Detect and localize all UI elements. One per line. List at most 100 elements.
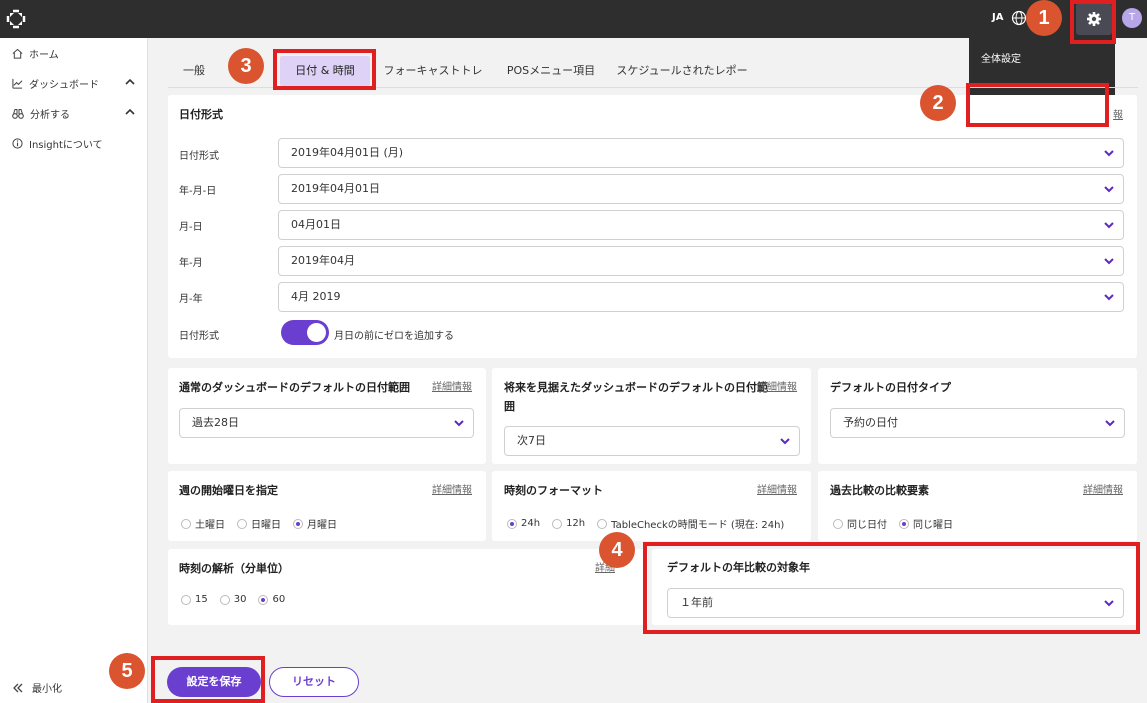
tab-forecast-trend[interactable]: フォーキャストトレンド [380,56,486,107]
week-start-title: 週の開始曜日を指定 [179,484,278,497]
radio-dot-selected [899,518,909,529]
default-range-info-link[interactable]: 詳細情報 [432,378,472,393]
annotation-highlight-yoy-card [643,542,1140,634]
time-format-radio-group: 24h 12h TableCheckの時間モード (現在: 24h) [507,516,796,531]
field-label: 日付形式 [179,151,219,162]
radio-label: 同じ日付 [847,520,887,531]
sidebar-item-about[interactable]: Insightについて [12,134,136,152]
md-format-select[interactable]: 04月01日 [278,210,1124,240]
default-range-select[interactable]: 過去28日 [179,408,474,438]
date-format-title: 日付形式 [179,108,223,121]
select-value: 予約の日付 [843,416,898,429]
radio-30[interactable]: 30 [219,594,246,605]
sidebar-item-label: Insightについて [29,139,103,151]
date-format-select[interactable]: 2019年04月01日 (月) [278,138,1124,168]
radio-dot [552,518,563,529]
ym-format-select[interactable]: 2019年04月 [278,246,1124,276]
minimize-label: 最小化 [32,684,62,695]
radio-12h[interactable]: 12h [552,518,585,529]
sidebar-item-label: ホーム [29,49,59,61]
chevron-down-icon [1104,150,1114,157]
radio-dot [181,594,191,605]
step-badge: 4 [599,532,635,568]
chevron-up-icon[interactable] [124,76,136,88]
chevron-down-icon [454,420,464,427]
radio-label: 月曜日 [307,520,337,531]
tab-scheduled-reports[interactable]: スケジュールされたレポート [612,56,752,107]
future-range-title: 将来を見据えたダッシュボードのデフォルトの日付範 [504,381,768,394]
app-logo-icon[interactable] [6,9,26,29]
radio-label: 同じ曜日 [913,520,953,531]
comparison-radio-group: 同じ日付 同じ曜日 [833,516,965,531]
radio-same-weekday[interactable]: 同じ曜日 [899,516,953,531]
radio-60[interactable]: 60 [258,594,285,605]
chevron-down-icon [1104,258,1114,265]
toggle-knob [307,323,326,342]
date-type-title: デフォルトの日付タイプ [830,381,951,394]
week-start-radio-group: 土曜日 日曜日 月曜日 [181,516,349,531]
reset-button[interactable]: リセット [269,667,359,697]
sidebar-item-analyze[interactable]: 分析する [12,104,136,122]
future-range-select[interactable]: 次7日 [504,426,800,456]
sidebar-item-label: 分析する [30,109,70,121]
leading-zero-toggle[interactable] [281,320,329,345]
chevron-down-icon [780,438,790,445]
field-label: 日付形式 [179,331,219,342]
sidebar-item-home[interactable]: ホーム [12,44,136,62]
radio-dot [219,594,230,605]
sidebar-item-label: ダッシュボード [29,79,99,91]
select-value: 2019年04月01日 [291,182,380,195]
step-badge: 3 [228,48,264,84]
tab-pos-menu-items[interactable]: POSメニュー項目 [503,56,599,86]
radio-dot-selected [507,518,517,529]
binoculars-icon [12,108,24,119]
select-value: 04月01日 [291,218,341,231]
annotation-highlight-insight-settings [966,83,1109,127]
chevron-down-icon [1105,420,1115,427]
sidebar-item-dashboard[interactable]: ダッシュボード [12,74,136,92]
future-range-info-link[interactable]: 詳細情報 [757,378,797,393]
minimize-sidebar-button[interactable]: 最小化 [12,680,62,695]
language-label[interactable]: JA [992,12,1003,23]
toggle-text: 月日の前にゼロを追加する [334,331,454,342]
radio-dot [237,518,247,529]
select-value: 次7日 [517,434,546,447]
my-format-select[interactable]: 4月 2019 [278,282,1124,312]
radio-24h[interactable]: 24h [507,518,540,529]
radio-monday[interactable]: 月曜日 [293,516,337,531]
time-resolution-radio-group: 15 30 60 [181,594,297,605]
select-value: 2019年04月 [291,254,355,267]
radio-dot-selected [293,518,303,529]
future-range-title-cont: 囲 [504,400,515,413]
radio-dot [597,518,608,529]
radio-same-date[interactable]: 同じ日付 [833,516,887,531]
annotation-highlight-save-button [151,656,265,703]
default-range-title: 通常のダッシュボードのデフォルトの日付範囲 [179,381,410,394]
date-format-info-link[interactable]: 報 [1113,106,1123,121]
chevron-down-icon [1104,222,1114,229]
field-label: 年-月-日 [179,186,217,197]
radio-tablecheck-mode[interactable]: TableCheckの時間モード (現在: 24h) [597,516,784,531]
radio-saturday[interactable]: 土曜日 [181,516,225,531]
select-value: 4月 2019 [291,290,341,303]
date-type-select[interactable]: 予約の日付 [830,408,1125,438]
globe-icon[interactable] [1011,10,1027,26]
radio-label: 24h [521,518,541,529]
double-chevron-left-icon [13,683,23,692]
top-bar: JA T [0,0,1147,38]
select-value: 2019年04月01日 (月) [291,146,404,159]
comparison-info-link[interactable]: 詳細情報 [1083,481,1123,496]
week-start-info-link[interactable]: 詳細情報 [432,481,472,496]
ymd-format-select[interactable]: 2019年04月01日 [278,174,1124,204]
user-avatar[interactable]: T [1122,8,1142,28]
time-format-title: 時刻のフォーマット [504,484,603,497]
select-value: 過去28日 [192,416,239,429]
radio-label: 土曜日 [195,520,225,531]
info-icon [12,137,23,149]
chevron-up-icon[interactable] [124,106,136,118]
time-format-info-link[interactable]: 詳細情報 [757,481,797,496]
tab-general[interactable]: 一般 [172,56,216,86]
menu-item-global-settings[interactable]: 全体設定 [969,42,1115,78]
radio-sunday[interactable]: 日曜日 [237,516,281,531]
radio-15[interactable]: 15 [181,594,208,605]
